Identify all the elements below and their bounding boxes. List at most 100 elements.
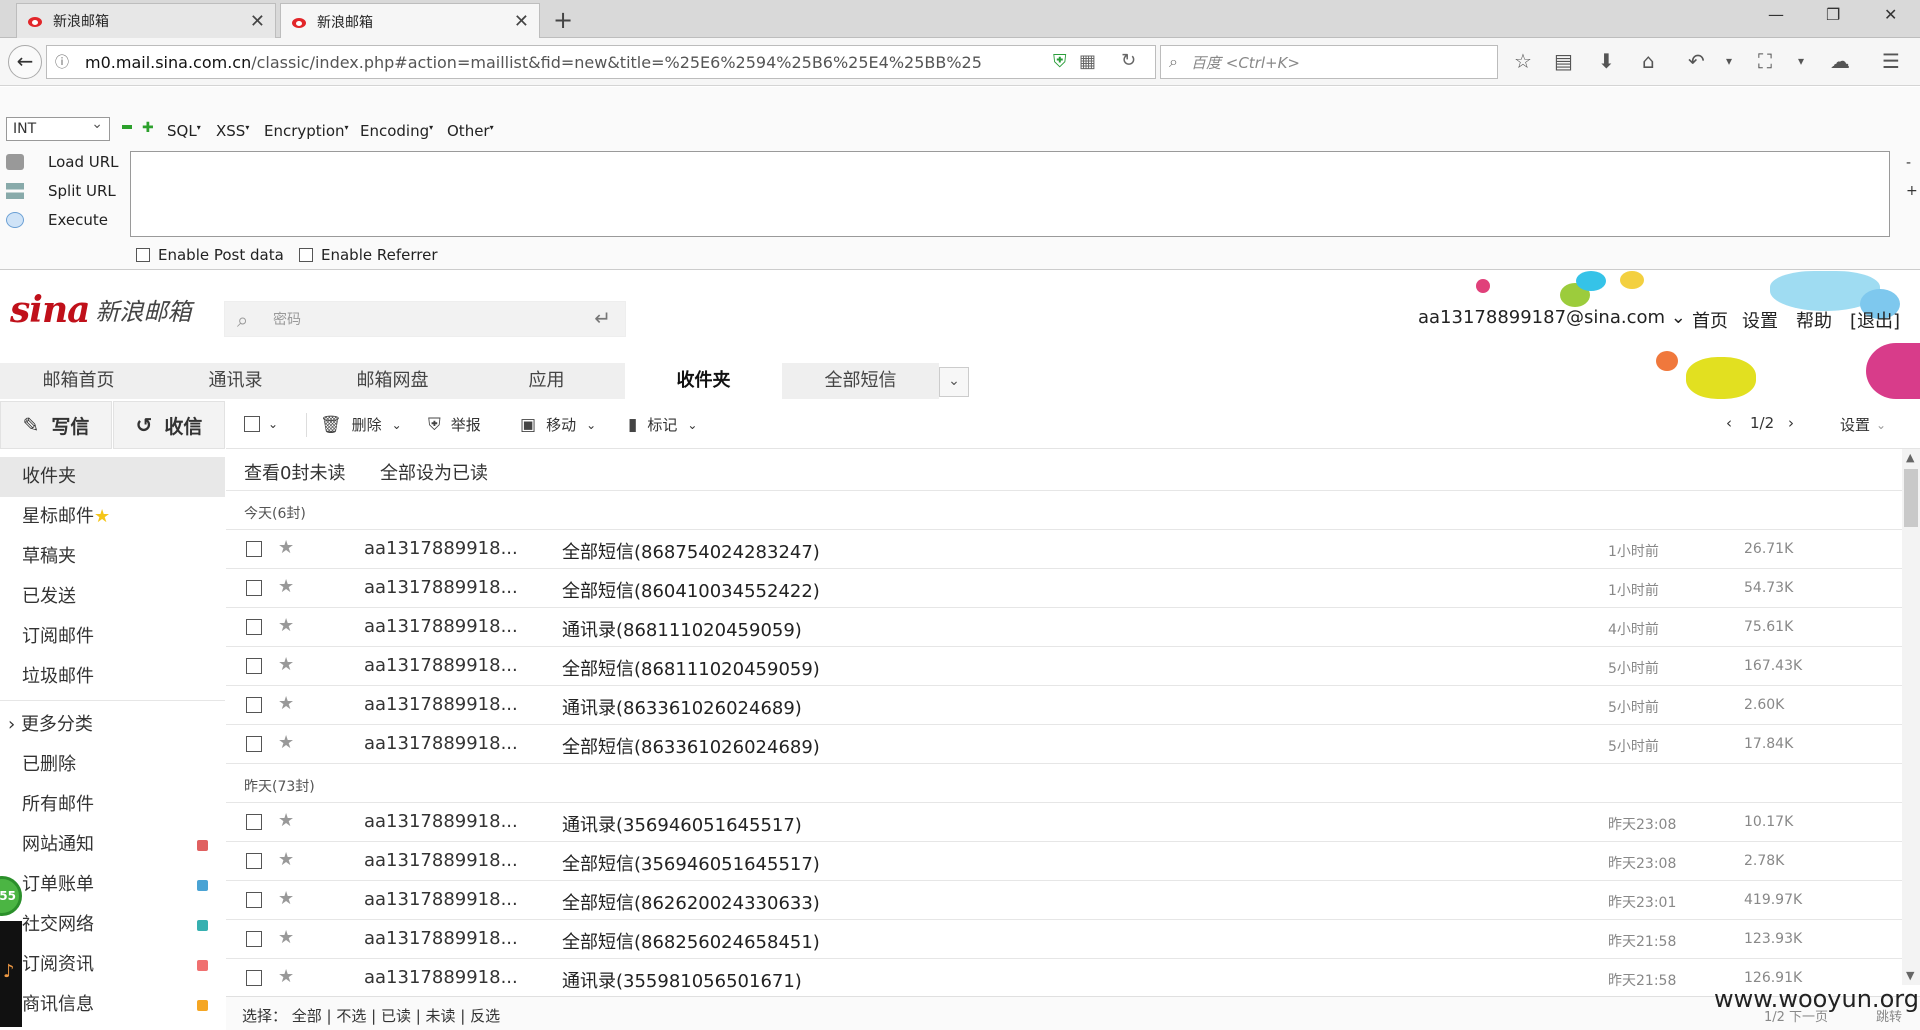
type-select[interactable]: INT [6,116,110,141]
scroll-up-icon[interactable]: ▲ [1906,451,1914,464]
folder-deleted[interactable]: 已删除 [0,745,225,785]
split-url-button[interactable]: Split URL [6,182,116,200]
close-tab-icon[interactable]: ✕ [250,11,265,32]
more-tabs-chevron-icon[interactable]: ⌄ [939,367,969,397]
folder-more-categories[interactable]: › 更多分类 [0,705,225,745]
mail-row[interactable]: ★ aa1317889918... 全部短信(862620024330633) 昨天2… [226,881,1902,920]
mail-subject[interactable]: 通讯录(863361026024689) [562,694,802,720]
checkbox-box[interactable] [299,248,313,262]
mail-subject[interactable]: 通讯录(355981056501671) [562,967,802,993]
link-settings[interactable]: 设置 [1742,307,1778,333]
mark-button[interactable]: ▮ 标记 ⌄ [628,414,697,435]
select-all-dropdown[interactable]: ⌄ [244,416,278,432]
folder-orders[interactable]: 订单账单 [0,865,225,905]
mail-row[interactable]: ★ aa1317889918... 全部短信(868256024658451) 昨天2… [226,920,1902,959]
tab-all-sms[interactable]: 全部短信 [782,363,939,399]
mail-subject[interactable]: 通讯录(868111020459059) [562,616,802,642]
tab-netdisk[interactable]: 邮箱网盘 [314,363,471,399]
mail-row[interactable]: ★ aa1317889918... 全部短信(868111020459059) 5小时… [226,647,1902,686]
browser-tab[interactable]: 新浪邮箱 ✕ [16,3,276,38]
sina-logo[interactable]: sina 新浪邮箱 [10,289,191,331]
mail-subject[interactable]: 全部短信(356946051645517) [562,850,820,876]
mail-row[interactable]: ★ aa1317889918... 通讯录(868111020459059) 4小时前… [226,608,1902,647]
checkbox-box[interactable] [136,248,150,262]
scroll-down-icon[interactable]: ▼ [1906,969,1914,982]
mail-sender[interactable]: aa1317889918... [364,655,518,676]
folder-inbox[interactable]: 收件夹 [0,457,225,497]
delete-button[interactable]: 🗑 删除 ⌄ [320,414,402,435]
link-help[interactable]: 帮助 [1796,307,1832,333]
mail-sender[interactable]: aa1317889918... [364,694,518,715]
mail-row[interactable]: ★ aa1317889918... 全部短信(356946051645517) 昨天2… [226,842,1902,881]
row-checkbox[interactable] [246,814,262,830]
link-logout[interactable]: [退出] [1850,307,1900,333]
minimize-icon[interactable]: — [1768,5,1784,24]
mail-row[interactable]: ★ aa1317889918... 全部短信(868754024283247) 1小时… [226,530,1902,569]
mail-row[interactable]: ★ aa1317889918... 全部短信(863361026024689) 5小时… [226,725,1902,764]
star-icon[interactable]: ★ [278,537,294,558]
menu-encoding[interactable]: Encoding▾ [360,122,433,140]
star-icon[interactable]: ★ [278,849,294,870]
star-icon[interactable]: ★ [278,654,294,675]
new-tab-button[interactable]: + [553,6,573,34]
select-checkbox[interactable] [244,416,260,432]
tab-apps[interactable]: 应用 [468,363,625,399]
menu-xss[interactable]: XSS▾ [216,122,249,140]
star-icon[interactable]: ★ [278,732,294,753]
row-checkbox[interactable] [246,931,262,947]
chat-icon[interactable]: ☁ [1830,49,1850,73]
folder-subscriptions[interactable]: 订阅邮件 [0,617,225,657]
list-settings-button[interactable]: 设置 ⌄ [1840,414,1886,435]
mail-sender[interactable]: aa1317889918... [364,811,518,832]
row-checkbox[interactable] [246,580,262,596]
row-checkbox[interactable] [246,892,262,908]
back-button[interactable]: ← [8,45,42,79]
mail-sender[interactable]: aa1317889918... [364,967,518,988]
link-home[interactable]: 首页 [1692,307,1728,333]
folder-business[interactable]: 商讯信息 [0,985,225,1025]
execute-button[interactable]: Execute [6,211,108,229]
report-button[interactable]: ⛨ 举报 [428,414,481,435]
move-button[interactable]: ▣ 移动 ⌄ [520,414,596,435]
mail-sender[interactable]: aa1317889918... [364,577,518,598]
mail-subject[interactable]: 全部短信(863361026024689) [562,733,820,759]
home-icon[interactable]: ⌂ [1642,49,1655,73]
folder-all-mail[interactable]: 所有邮件 [0,785,225,825]
mail-sender[interactable]: aa1317889918... [364,928,518,949]
close-tab-icon[interactable]: ✕ [514,11,529,32]
shield-icon[interactable]: ⛨ [1053,51,1067,72]
screenshot-icon[interactable]: ⛶ [1758,49,1772,73]
row-checkbox[interactable] [246,619,262,635]
folder-news[interactable]: 订阅资讯 [0,945,225,985]
folder-starred[interactable]: 星标邮件★ [0,497,225,537]
mail-subject[interactable]: 全部短信(860410034552422) [562,577,820,603]
expand-button[interactable]: + [1906,183,1918,199]
menu-other[interactable]: Other▾ [447,122,494,140]
prev-page-button[interactable]: ‹ [1726,414,1732,432]
star-icon[interactable]: ★ [278,810,294,831]
enable-post-data-checkbox[interactable]: Enable Post data [136,246,284,264]
star-icon[interactable]: ★ [278,888,294,909]
menu-icon[interactable]: ☰ [1882,49,1900,73]
list-scrollbar[interactable]: ▲ ▼ [1902,449,1920,985]
mail-search-input[interactable]: ⌕ 密码 ↵ [224,301,626,337]
mail-sender[interactable]: aa1317889918... [364,889,518,910]
star-icon[interactable]: ★ [278,966,294,987]
chevron-down-icon[interactable]: ▾ [1798,54,1804,68]
mail-sender[interactable]: aa1317889918... [364,733,518,754]
star-icon[interactable]: ★ [278,615,294,636]
row-checkbox[interactable] [246,541,262,557]
url-text[interactable]: m0.mail.sina.com.cn/classic/index.php#ac… [85,53,1015,72]
mail-subject[interactable]: 全部短信(862620024330633) [562,889,820,915]
mail-row[interactable]: ★ aa1317889918... 通讯录(355981056501671) 昨天21… [226,959,1902,998]
folder-drafts[interactable]: 草稿夹 [0,537,225,577]
mail-sender[interactable]: aa1317889918... [364,538,518,559]
enable-referrer-checkbox[interactable]: Enable Referrer [299,246,437,264]
reload-icon[interactable]: ↻ [1121,50,1136,71]
star-icon[interactable]: ★ [278,576,294,597]
folder-social[interactable]: 社交网络 [0,905,225,945]
hackbar-textarea[interactable] [130,151,1890,237]
mail-row[interactable]: ★ aa1317889918... 通讯录(356946051645517) 昨天23… [226,803,1902,842]
menu-encryption[interactable]: Encryption▾ [264,122,349,140]
account-menu[interactable]: aa13178899187@sina.com ⌄ [1418,307,1686,328]
